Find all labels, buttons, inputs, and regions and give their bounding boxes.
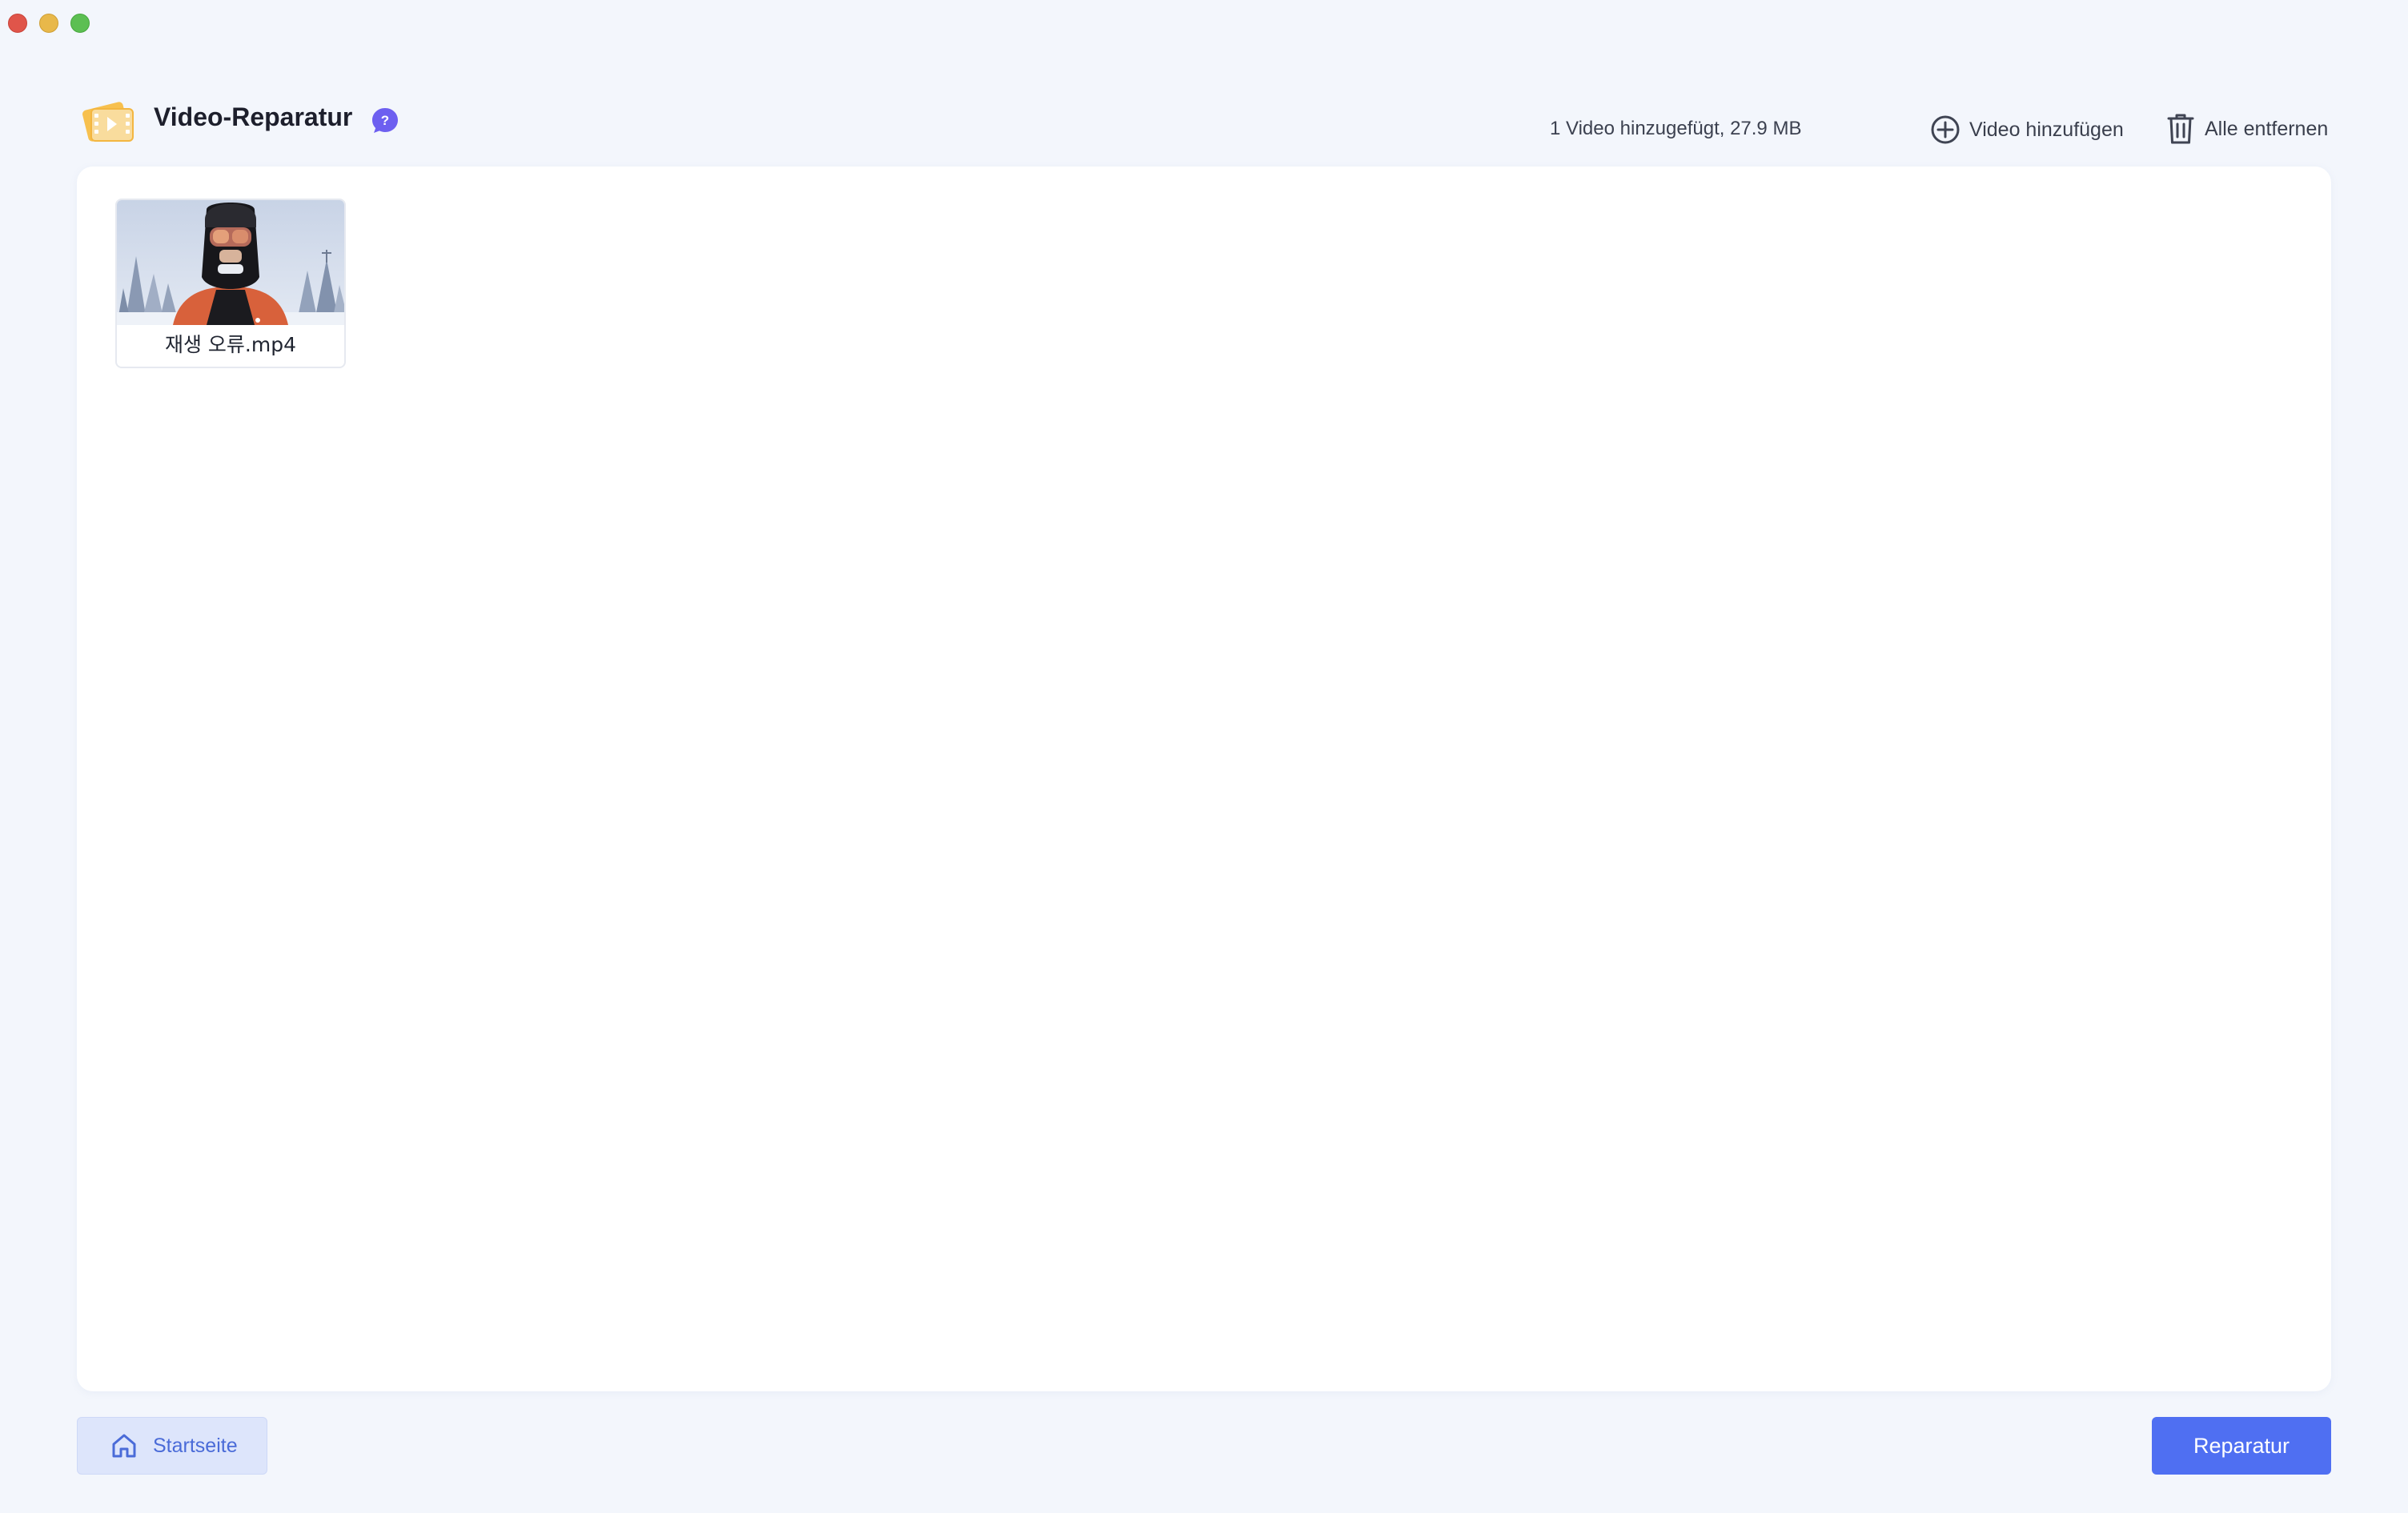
video-list-panel: 재생 오류.mp4 [77, 167, 2331, 1391]
video-count-status: 1 Video hinzugefügt, 27.9 MB [1550, 118, 1802, 139]
repair-button-label: Reparatur [2193, 1433, 2290, 1458]
video-card[interactable]: 재생 오류.mp4 [115, 199, 346, 368]
remove-all-label: Alle entfernen [2205, 117, 2329, 140]
video-thumbnail [117, 200, 344, 325]
question-bubble-icon[interactable]: ? [370, 106, 400, 136]
home-button[interactable]: Startseite [77, 1417, 267, 1475]
add-video-label: Video hinzufügen [1969, 118, 2124, 141]
window-maximize-button[interactable] [70, 14, 90, 33]
svg-text:?: ? [381, 113, 389, 128]
app-title: Video-Reparatur [154, 102, 353, 131]
home-icon [112, 1434, 136, 1458]
video-repair-logo-icon [82, 102, 134, 142]
plus-circle-icon [1931, 115, 1960, 144]
window-minimize-button[interactable] [39, 14, 58, 33]
video-file-name: 재생 오류.mp4 [164, 333, 297, 356]
repair-button[interactable]: Reparatur [2152, 1417, 2331, 1475]
remove-all-button[interactable]: Alle entfernen [2165, 110, 2328, 147]
home-button-label: Startseite [153, 1434, 238, 1457]
add-video-button[interactable]: Video hinzufügen [1929, 112, 2124, 147]
window-close-button[interactable] [8, 14, 27, 33]
trash-icon [2167, 114, 2194, 144]
